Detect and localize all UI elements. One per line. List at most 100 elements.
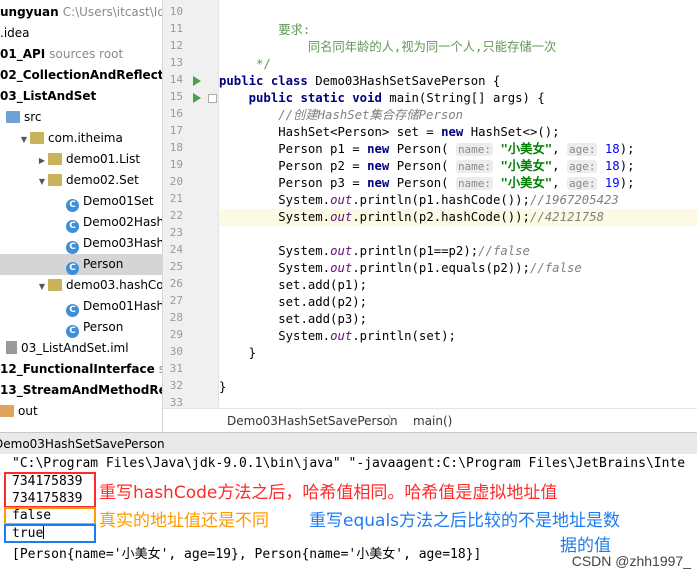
code-text: .println(p1.hashCode()); — [352, 193, 530, 207]
code-line-18: Person p1 = new Person( name: "小美女", age… — [278, 142, 635, 156]
tree-item-label: demo01.List — [66, 152, 141, 166]
highlight-box-red — [4, 472, 96, 508]
tree-item[interactable]: C Person — [0, 317, 123, 338]
tree-item[interactable]: ▼ demo03.hashCo — [0, 275, 162, 297]
tree-item[interactable]: 03_ListAndSet.iml — [0, 338, 129, 359]
tree-item[interactable]: ungyuan C:\Users\itcast\Id — [0, 2, 163, 23]
run-tab-title[interactable]: Demo03HashSetSavePerson — [0, 433, 165, 455]
run-gutter-icon[interactable] — [193, 76, 201, 86]
tree-item-sublabel: C:\Users\itcast\Id — [62, 5, 163, 19]
code-line-21: System.out.println(p1.hashCode());//1967… — [219, 192, 697, 209]
code-line-15: public static void main(String[] args) { — [219, 90, 697, 107]
code-text: Person( — [396, 142, 449, 156]
field-out: out — [330, 193, 353, 207]
tree-item[interactable]: 02_CollectionAndReflect — [0, 65, 163, 86]
code-text: System. — [278, 244, 331, 258]
keyword: new — [441, 125, 471, 139]
tree-item-label: Demo02Hash — [83, 215, 163, 229]
run-gutter-icon[interactable] — [193, 93, 201, 103]
param-hint-name: name: — [455, 177, 494, 190]
code-text: HashSet<Person> set = — [278, 125, 442, 139]
code-line-29: System.out.println(set); — [219, 328, 697, 345]
tree-item[interactable]: 03_ListAndSet — [0, 86, 96, 107]
doc-comment: 要求: — [219, 23, 311, 37]
annotation-address: 真实的地址值还是不同 — [99, 511, 269, 531]
code-line-16: //创建HashSet集合存储Person — [219, 107, 697, 124]
string-literal: "小美女" — [500, 159, 553, 173]
tree-item[interactable]: C Demo03Hash — [0, 233, 163, 254]
run-tab-header[interactable]: Demo03HashSetSavePerson — [0, 432, 697, 455]
tree-item[interactable]: C Demo01Set — [0, 191, 154, 212]
param-hint-name: name: — [455, 143, 494, 156]
code-text: HashSet<>(); — [470, 125, 560, 139]
output-folder-icon — [0, 405, 14, 417]
tree-item[interactable]: ▼ demo02.Set — [0, 170, 139, 191]
comment: //42121758 — [529, 210, 605, 224]
expand-arrow-icon[interactable]: ▼ — [36, 276, 48, 297]
tree-item[interactable]: src — [0, 107, 42, 128]
annotation-equals: 重写equals方法之后比较的不是地址是数 — [309, 511, 621, 531]
tree-item[interactable]: 12_FunctionalInterfacesc — [0, 359, 162, 380]
code-text: main(String[] args) { — [389, 91, 545, 105]
code-text: } — [248, 346, 257, 360]
expand-arrow-icon[interactable]: ▼ — [18, 129, 30, 150]
breadcrumb-method[interactable]: main() — [413, 409, 452, 433]
code-text: Person( — [396, 176, 449, 190]
tree-item-label: 02_CollectionAndReflect — [0, 68, 163, 82]
collapse-arrow-icon[interactable]: ▶ — [36, 150, 48, 171]
code-line-24: System.out.println(p1==p2);//false — [219, 243, 697, 260]
tree-item-label: Person — [83, 320, 124, 334]
class-icon: C — [66, 262, 79, 275]
line-number: 16 — [169, 107, 183, 120]
code-text: System. — [278, 261, 331, 275]
breadcrumb-class[interactable]: Demo03HashSetSavePerson — [227, 409, 398, 433]
iml-file-icon — [6, 341, 17, 354]
tree-item[interactable]: C Demo02Hash — [0, 212, 163, 233]
tree-item-label: 13_StreamAndMethodRef — [0, 383, 163, 397]
line-number: 17 — [169, 124, 183, 137]
code-text: set.add(p2); — [278, 295, 368, 309]
code-text: ); — [619, 176, 635, 190]
tree-item[interactable]: out — [0, 401, 38, 422]
code-line-27: set.add(p2); — [219, 294, 697, 311]
code-line-19: Person p2 = new Person( name: "小美女", age… — [278, 159, 635, 173]
class-icon: C — [66, 304, 79, 317]
line-number: 26 — [169, 277, 183, 290]
console-command-line: "C:\Program Files\Java\jdk-9.0.1\bin\jav… — [12, 456, 686, 471]
tree-item[interactable]: .idea — [0, 23, 30, 44]
tree-item-label: Demo03Hash — [83, 236, 163, 250]
tree-item[interactable]: 13_StreamAndMethodRef — [0, 380, 163, 401]
code-text: Person( — [396, 159, 449, 173]
field-out: out — [330, 244, 353, 258]
field-out: out — [330, 261, 353, 275]
code-line-30: } — [219, 345, 697, 362]
tree-item[interactable]: 01_API sources root — [0, 44, 123, 65]
line-number: 25 — [169, 260, 183, 273]
tree-item[interactable]: ▶ demo01.List — [0, 149, 140, 170]
string-literal: "小美女" — [500, 142, 553, 156]
code-editor[interactable]: 要求: 同名同年龄的人,视为同一个人,只能存储一次 */ public clas… — [219, 0, 697, 408]
tree-item-label: out — [18, 404, 38, 418]
string-literal: "小美女" — [500, 176, 553, 190]
tree-item-label: 03_ListAndSet.iml — [21, 341, 129, 355]
breadcrumb-separator: 〉 — [388, 414, 401, 428]
tree-item[interactable]: ▼ com.itheima — [0, 128, 123, 149]
expand-arrow-icon[interactable]: ▼ — [36, 171, 48, 192]
comment: //创建HashSet集合存储Person — [278, 108, 464, 122]
source-folder-icon — [6, 111, 20, 123]
code-line-17: HashSet<Person> set = new HashSet<>(); — [219, 124, 697, 141]
tree-item[interactable]: C Person — [0, 254, 162, 275]
run-console[interactable]: "C:\Program Files\Java\jdk-9.0.1\bin\jav… — [0, 454, 697, 575]
line-number: 30 — [169, 345, 183, 358]
field-out: out — [330, 329, 353, 343]
tree-item-label: Demo01Set — [83, 194, 154, 208]
code-text: set.add(p3); — [278, 312, 368, 326]
field-out: out — [330, 210, 353, 224]
line-number: 22 — [169, 209, 183, 222]
fold-icon[interactable] — [208, 94, 217, 103]
code-text: .println(set); — [352, 329, 456, 343]
number-literal: 19 — [604, 176, 620, 190]
tree-item[interactable]: C Demo01Hash — [0, 296, 162, 317]
tree-item-label: .idea — [0, 26, 30, 40]
